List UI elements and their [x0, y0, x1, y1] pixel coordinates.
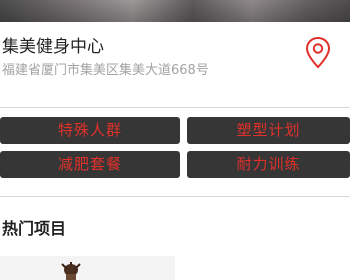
map-pin-icon[interactable] [305, 36, 331, 70]
hot-item-thumbnail[interactable] [0, 256, 175, 280]
hot-items-title: 热门项目 [2, 219, 67, 238]
hero-banner-shade [0, 0, 350, 22]
divider [0, 107, 350, 108]
hero-banner-image [0, 0, 350, 22]
gym-address: 福建省厦门市集美区集美大道668号 [2, 63, 209, 78]
divider [0, 196, 350, 197]
category-button-endurance[interactable]: 耐力训练 [187, 151, 350, 178]
category-button-special-groups[interactable]: 特殊人群 [0, 117, 180, 144]
category-button-shaping-plan[interactable]: 塑型计划 [187, 117, 350, 144]
gym-name: 集美健身中心 [2, 37, 104, 57]
category-button-weight-loss[interactable]: 减肥套餐 [0, 151, 180, 178]
hot-item-image [61, 262, 81, 280]
gym-info-card: 集美健身中心 福建省厦门市集美区集美大道668号 [0, 22, 350, 108]
